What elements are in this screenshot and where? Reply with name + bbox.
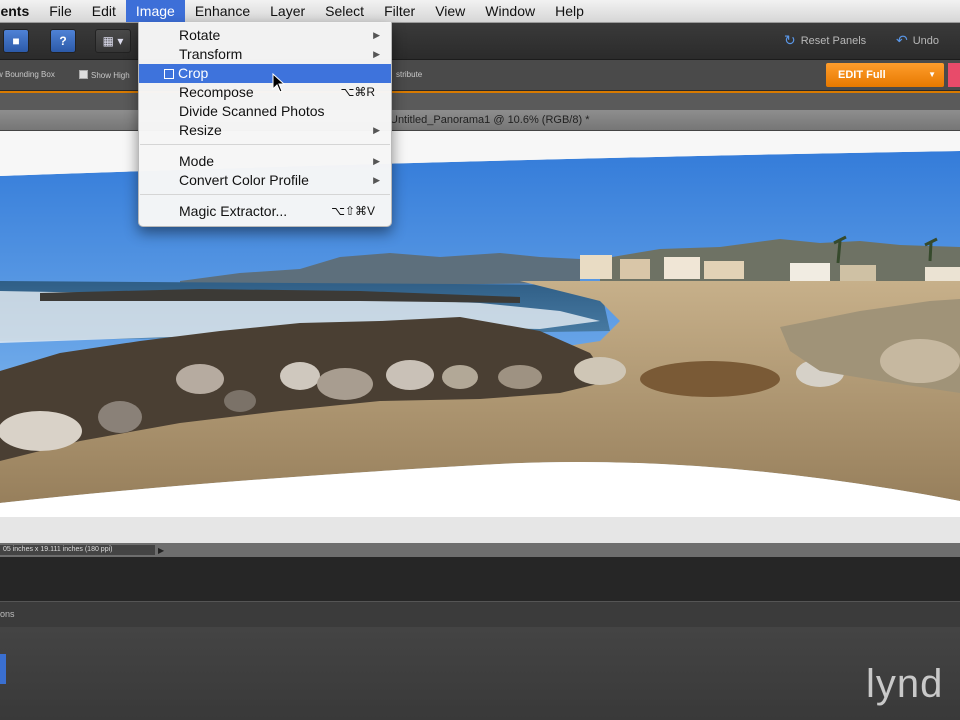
submenu-arrow-icon: ▶ <box>373 49 380 59</box>
status-bar: 05 inches x 19.111 inches (180 ppi) ▶ <box>0 543 960 557</box>
crop-icon <box>164 69 174 79</box>
lynda-watermark: lynd <box>866 662 944 706</box>
menu-item-magic-extractor[interactable]: Magic Extractor... ⌥⇧⌘V <box>139 202 391 221</box>
menu-item-recompose[interactable]: Recompose ⌥⌘R <box>139 83 391 102</box>
menu-item-crop[interactable]: Crop <box>139 64 391 83</box>
document-dimensions: 05 inches x 19.111 inches (180 ppi) <box>0 545 155 555</box>
mode-tab-edge[interactable] <box>948 63 960 87</box>
layout-icon[interactable]: ▦ ▾ <box>95 29 131 53</box>
help-button[interactable]: ? <box>50 29 76 53</box>
menu-item-resize[interactable]: Resize ▶ <box>139 121 391 140</box>
menu-bar: ments File Edit Image Enhance Layer Sele… <box>0 0 960 23</box>
menu-item-convert-color-profile[interactable]: Convert Color Profile ▶ <box>139 171 391 190</box>
document-title: Untitled_Panorama1 @ 10.6% (RGB/8) * <box>390 114 590 126</box>
menu-image[interactable]: Image <box>125 0 185 22</box>
menu-view[interactable]: View <box>425 0 475 22</box>
show-highlight-label: Show High <box>91 71 130 80</box>
panel-tab[interactable] <box>0 654 6 684</box>
submenu-arrow-icon: ▶ <box>373 125 380 135</box>
menu-item-mode[interactable]: Mode ▶ <box>139 152 391 171</box>
mouse-cursor-icon <box>272 73 286 93</box>
reset-icon: ↻ <box>784 32 796 48</box>
resize-label: Resize <box>179 122 222 138</box>
undo-icon: ↶ <box>896 32 908 48</box>
save-icon[interactable]: ■ <box>3 29 29 53</box>
menu-separator <box>140 194 390 195</box>
menu-enhance[interactable]: Enhance <box>185 0 260 22</box>
bin-options-label[interactable]: ions <box>0 602 15 627</box>
crop-label: Crop <box>178 65 209 81</box>
menu-item-divide-scanned[interactable]: Divide Scanned Photos <box>139 102 391 121</box>
show-highlight-option[interactable]: Show High <box>79 70 130 80</box>
bin-options-bar: ions <box>0 601 960 628</box>
undo-button[interactable]: ↶ Undo <box>896 32 939 49</box>
reset-panels-button[interactable]: ↻ Reset Panels <box>784 32 866 49</box>
play-arrow-icon[interactable]: ▶ <box>158 544 164 558</box>
edit-mode-button[interactable]: EDIT Full ▼ <box>826 63 944 87</box>
menu-select[interactable]: Select <box>315 0 374 22</box>
undo-label: Undo <box>912 35 940 47</box>
distribute-label: stribute <box>396 70 423 79</box>
menu-file[interactable]: File <box>39 0 82 22</box>
recompose-shortcut: ⌥⌘R <box>340 85 376 99</box>
menu-layer[interactable]: Layer <box>260 0 315 22</box>
project-bin <box>0 557 960 601</box>
checkbox-icon <box>79 70 88 79</box>
submenu-arrow-icon: ▶ <box>373 175 380 185</box>
magic-extractor-shortcut: ⌥⇧⌘V <box>331 204 375 218</box>
rotate-label: Rotate <box>179 27 221 43</box>
menu-item-rotate[interactable]: Rotate ▶ <box>139 26 391 45</box>
transform-label: Transform <box>179 46 243 62</box>
menu-app[interactable]: ments <box>0 0 39 22</box>
submenu-arrow-icon: ▶ <box>373 30 380 40</box>
menu-item-transform[interactable]: Transform ▶ <box>139 45 391 64</box>
convert-label: Convert Color Profile <box>179 172 309 188</box>
submenu-arrow-icon: ▶ <box>373 156 380 166</box>
menu-edit[interactable]: Edit <box>82 0 126 22</box>
menu-separator <box>140 144 390 145</box>
bounding-box-option[interactable]: w Bounding Box <box>0 70 55 79</box>
edit-mode-label: EDIT Full <box>838 69 886 81</box>
task-bar <box>0 627 960 720</box>
recompose-label: Recompose <box>179 84 254 100</box>
chevron-down-icon: ▼ <box>928 70 936 79</box>
menu-help[interactable]: Help <box>545 0 594 22</box>
divide-label: Divide Scanned Photos <box>179 103 325 119</box>
reset-panels-label: Reset Panels <box>800 35 867 47</box>
mode-label: Mode <box>179 153 215 169</box>
menu-window[interactable]: Window <box>475 0 545 22</box>
menu-filter[interactable]: Filter <box>374 0 425 22</box>
image-menu-dropdown: Rotate ▶ Transform ▶ Crop Recompose ⌥⌘R … <box>138 22 392 227</box>
bounding-box-label: w Bounding Box <box>0 70 55 79</box>
magic-extractor-label: Magic Extractor... <box>179 203 288 219</box>
